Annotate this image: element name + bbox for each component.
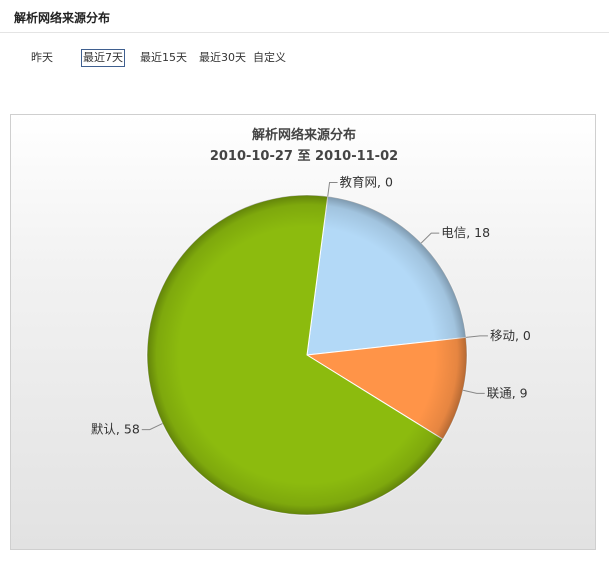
chart-subtitle: 2010-10-27 至 2010-11-02 [210,149,398,164]
pie-chart: 解析网络来源分布 2010-10-27 至 2010-11-02 教育网, 0 电… [91,127,531,516]
leader-line-0 [327,181,338,197]
pie-slices [146,194,468,516]
title-divider [0,32,609,33]
tab-yesterday[interactable]: 昨天 [30,50,54,66]
tab-last-30-days[interactable]: 最近30天 [198,50,247,66]
chart-title: 解析网络来源分布 [251,127,356,143]
pie-slice-1[interactable] [306,195,467,356]
leader-line-4 [141,423,163,431]
slice-label-3: 联通, 9 [487,385,528,400]
slice-label-1: 电信, 18 [441,225,490,240]
chart-panel: 解析网络来源分布 2010-10-27 至 2010-11-02 教育网, 0 电… [10,114,596,550]
slice-label-4: 默认, 58 [91,422,140,437]
leader-line-1 [420,232,440,244]
leader-line-2 [465,335,488,338]
leader-line-3 [462,389,485,394]
slice-label-2: 移动, 0 [490,328,531,343]
slice-label-0: 教育网, 0 [340,174,393,189]
page-title: 解析网络来源分布 [14,11,111,25]
tab-custom[interactable]: 自定义 [252,50,287,66]
tab-last-15-days[interactable]: 最近15天 [139,50,188,66]
tab-last-7-days[interactable]: 最近7天 [81,49,125,67]
date-range-tabs: 昨天 最近7天 最近15天 最近30天 自定义 [0,49,609,68]
